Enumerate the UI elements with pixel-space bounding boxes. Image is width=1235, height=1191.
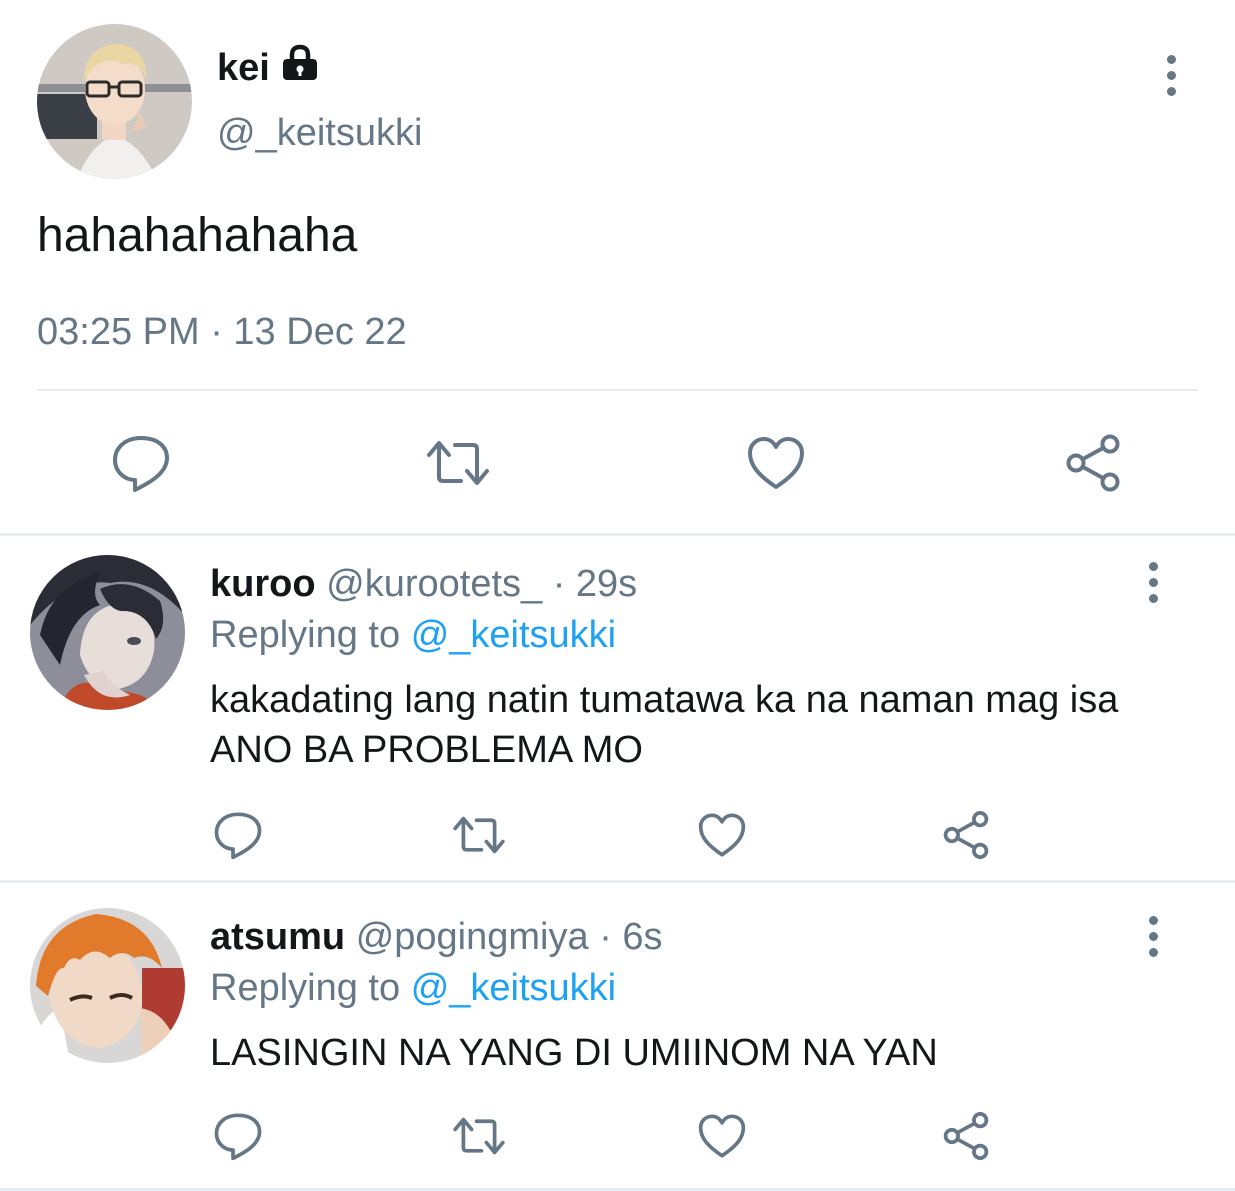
- more-options-icon[interactable]: [1133, 557, 1173, 607]
- share-icon[interactable]: [938, 1108, 994, 1164]
- reply-tweet[interactable]: kuroo @kurootets_ · 29s Replying to @_ke…: [0, 536, 1235, 880]
- share-icon[interactable]: [1062, 432, 1124, 494]
- reply-header: kuroo @kurootets_ · 29s: [210, 563, 637, 606]
- reply-author-handle[interactable]: @kurootets_: [326, 563, 542, 605]
- reply-text: LASINGIN NA YANG DI UMIINOM NA YAN: [210, 1032, 938, 1074]
- avatar-atsumu[interactable]: [30, 908, 185, 1063]
- author-display-name[interactable]: kei: [217, 47, 270, 90]
- replying-prefix: Replying to: [210, 967, 401, 1009]
- avatar-image: [37, 24, 192, 179]
- reply-author-name[interactable]: atsumu: [210, 916, 345, 958]
- reply-icon[interactable]: [210, 807, 266, 863]
- more-options-icon[interactable]: [1133, 911, 1173, 961]
- author-handle[interactable]: @_keitsukki: [217, 112, 422, 155]
- reply-tweet[interactable]: atsumu @pogingmiya · 6s Replying to @_ke…: [0, 883, 1235, 1191]
- lock-icon: [280, 44, 320, 92]
- reply-time: · 6s: [599, 916, 663, 958]
- like-icon[interactable]: [694, 807, 750, 863]
- retweet-icon[interactable]: [448, 807, 510, 863]
- replying-to: Replying to @_keitsukki: [210, 967, 616, 1010]
- reply-icon[interactable]: [110, 432, 172, 494]
- replying-mention[interactable]: @_keitsukki: [411, 614, 616, 656]
- avatar-kuroo[interactable]: [30, 555, 185, 710]
- replying-mention[interactable]: @_keitsukki: [411, 967, 616, 1009]
- like-icon[interactable]: [745, 432, 807, 494]
- reply-time: · 29s: [552, 563, 638, 605]
- retweet-icon[interactable]: [422, 432, 494, 494]
- avatar-image: [30, 555, 185, 710]
- more-options-icon[interactable]: [1151, 50, 1191, 100]
- replying-prefix: Replying to: [210, 614, 401, 656]
- avatar-image: [30, 908, 185, 1063]
- retweet-icon[interactable]: [448, 1108, 510, 1164]
- tweet-timestamp[interactable]: 03:25 PM · 13 Dec 22: [37, 311, 407, 354]
- avatar-kei[interactable]: [37, 24, 192, 179]
- replying-to: Replying to @_keitsukki: [210, 614, 616, 657]
- reply-author-handle[interactable]: @pogingmiya: [356, 916, 589, 958]
- reply-icon[interactable]: [210, 1108, 266, 1164]
- author-display-name-row: kei: [217, 44, 320, 92]
- reply-author-name[interactable]: kuroo: [210, 563, 316, 605]
- divider: [37, 389, 1198, 391]
- main-tweet: kei @_keitsukki hahahahahaha 03:25 PM · …: [0, 0, 1235, 530]
- tweet-text: hahahahahaha: [37, 209, 358, 262]
- reply-header: atsumu @pogingmiya · 6s: [210, 916, 663, 959]
- reply-text: kakadating lang natin tumatawa ka na nam…: [210, 679, 1119, 771]
- like-icon[interactable]: [694, 1108, 750, 1164]
- share-icon[interactable]: [938, 807, 994, 863]
